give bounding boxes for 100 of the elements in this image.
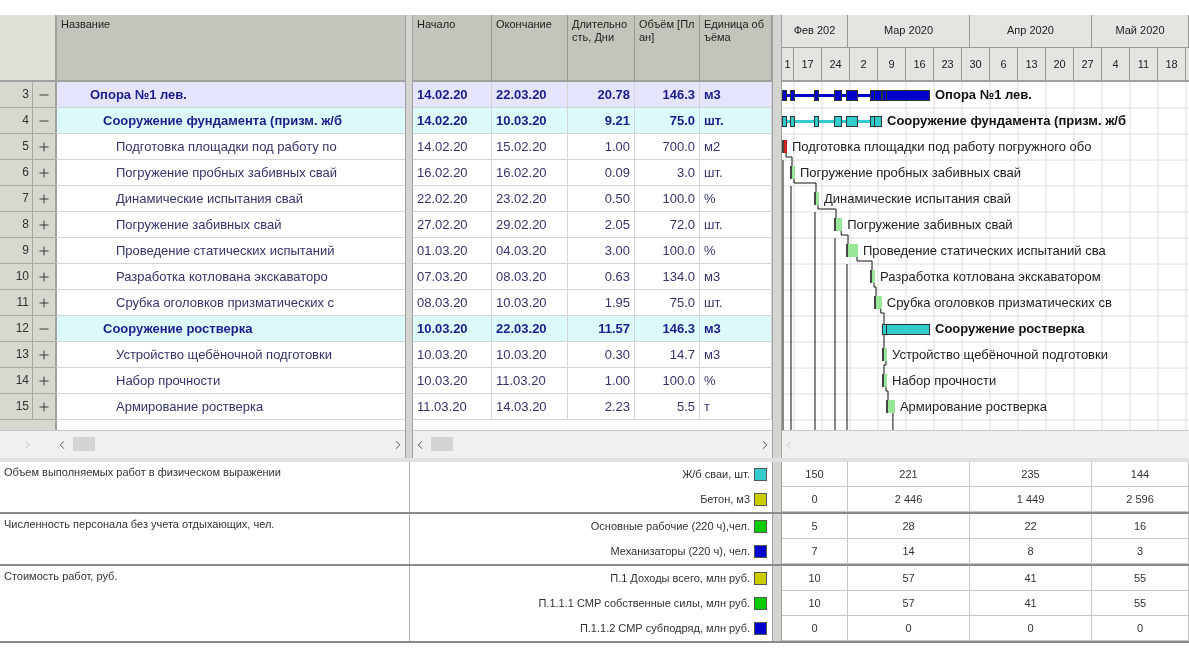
column-header[interactable]: Длительность, Дни [568,15,635,80]
task-name-cell[interactable]: Погружение забивных свай [55,212,405,238]
end-date-cell: 22.03.20 [492,82,568,108]
task-name-cell[interactable]: Набор прочности [55,368,405,394]
task-bar[interactable] [846,244,858,257]
pane-splitter[interactable] [772,514,782,564]
bar-label: Опора №1 лев. [935,86,1032,104]
resource-value-cell: 7 [782,539,848,563]
start-date-cell: 10.03.20 [413,316,492,342]
unit-cell: м3 [700,82,772,108]
legend-label: П.1.1.2 СМР субподряд, млн руб. [579,621,750,637]
resource-value-cell: 235 [970,462,1092,486]
resource-value-cell: 14 [848,539,970,563]
row-number: 11 [0,290,33,316]
task-bar[interactable] [814,192,819,205]
task-name-cell[interactable]: Динамические испытания свай [55,186,405,212]
start-date-cell: 10.03.20 [413,342,492,368]
task-bar[interactable] [886,400,895,413]
pane-splitter[interactable] [772,462,782,512]
horizontal-scrollbar[interactable] [413,430,772,458]
month-header: Май 2020 [1092,15,1189,47]
column-header[interactable]: Объём [План] [635,15,700,80]
task-name-cell[interactable]: Проведение статических испытаний [55,238,405,264]
plus-icon[interactable] [37,347,51,362]
task-name-cell[interactable]: Устройство щебёночной подготовки [55,342,405,368]
pane-splitter[interactable] [772,566,782,641]
row-number: 13 [0,342,33,368]
plus-icon[interactable] [37,191,51,206]
row-number: 7 [0,186,33,212]
week-header: 23 [934,48,962,80]
column-header[interactable]: Единица объёма [700,15,772,80]
unit-cell: % [700,238,772,264]
plus-icon[interactable] [37,269,51,284]
week-header: 2 [850,48,878,80]
resource-value-cell: 41 [970,566,1092,590]
task-bar[interactable] [882,348,887,361]
horizontal-scrollbar[interactable] [55,430,405,458]
resource-value-cell: 10 [782,566,848,590]
duration-cell: 1.95 [568,290,635,316]
task-bar[interactable] [874,296,882,309]
row-number: 10 [0,264,33,290]
dependency-line [892,412,894,430]
task-name-cell[interactable]: Армирование ростверка [55,394,405,420]
end-date-cell: 08.03.20 [492,264,568,290]
summary-bar[interactable] [782,90,930,101]
start-date-cell: 01.03.20 [413,238,492,264]
volume-cell: 5.5 [635,394,700,420]
end-date-cell: 22.03.20 [492,316,568,342]
volume-cell: 146.3 [635,316,700,342]
task-bar[interactable] [882,374,887,387]
unit-cell: м3 [700,316,772,342]
plus-icon[interactable] [37,243,51,258]
plus-icon[interactable] [37,399,51,414]
volume-cell: 700.0 [635,134,700,160]
task-name-cell[interactable]: Разработка котлована экскаваторо [55,264,405,290]
resource-value-cell: 57 [848,566,970,590]
summary-bar[interactable] [782,116,882,127]
duration-cell: 3.00 [568,238,635,264]
resource-value-cell: 1 449 [970,487,1092,511]
plus-icon[interactable] [37,165,51,180]
scroll-thumb[interactable] [73,437,95,451]
plus-icon[interactable] [37,373,51,388]
start-date-cell: 27.02.20 [413,212,492,238]
task-name-cell[interactable]: Сооружение ростверка [55,316,405,342]
volume-cell: 3.0 [635,160,700,186]
task-bar[interactable] [790,166,795,179]
resource-value-cell: 150 [782,462,848,486]
resource-value-cell: 8 [970,539,1092,563]
week-header: 16 [906,48,934,80]
plus-icon[interactable] [37,295,51,310]
volume-cell: 14.7 [635,342,700,368]
task-name-cell[interactable]: Срубка оголовков призматических с [55,290,405,316]
end-date-cell: 14.03.20 [492,394,568,420]
dependency-line [873,282,877,297]
column-header[interactable]: Окончание [492,15,568,80]
column-header[interactable]: Название [55,15,405,80]
start-date-cell: 07.03.20 [413,264,492,290]
end-date-cell: 11.03.20 [492,368,568,394]
start-date-cell: 14.02.20 [413,82,492,108]
plus-icon[interactable] [37,139,51,154]
task-name-cell[interactable]: Опора №1 лев. [55,82,405,108]
task-name-cell[interactable]: Сооружение фундамента (призм. ж/б [55,108,405,134]
row-number: 3 [0,82,33,108]
month-header: Мар 2020 [848,15,970,47]
column-header[interactable]: Начало [413,15,492,80]
unit-cell: шт. [700,212,772,238]
task-bar[interactable] [834,218,843,231]
resource-value-cell: 0 [1092,616,1189,640]
end-date-cell: 04.03.20 [492,238,568,264]
unit-cell: % [700,368,772,394]
plus-icon[interactable] [37,217,51,232]
week-header: 20 [1046,48,1074,80]
pane-splitter[interactable] [405,15,413,458]
resource-value-cell: 28 [848,514,970,538]
task-bar[interactable] [870,270,875,283]
end-date-cell: 29.02.20 [492,212,568,238]
scroll-thumb[interactable] [431,437,453,451]
task-name-cell[interactable]: Подготовка площадки под работу по [55,134,405,160]
horizontal-scrollbar[interactable] [782,430,1189,458]
task-name-cell[interactable]: Погружение пробных забивных свай [55,160,405,186]
